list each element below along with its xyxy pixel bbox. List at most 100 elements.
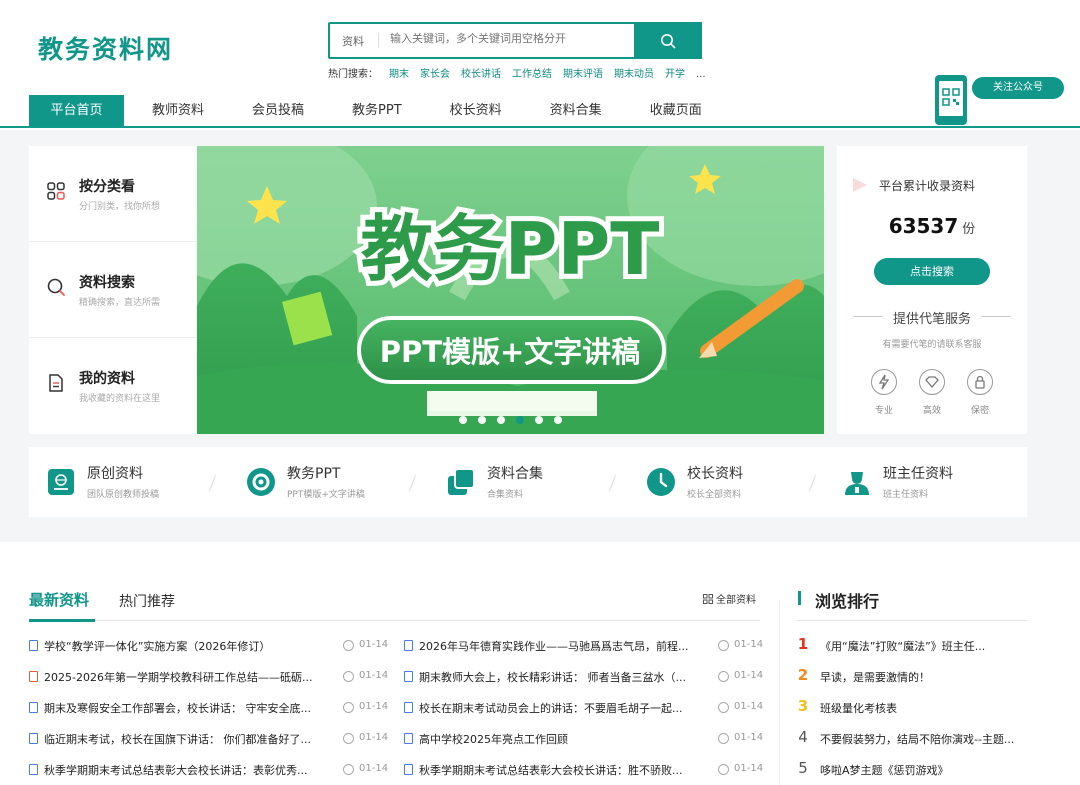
- strip-subtitle: 团队原创教师投稿: [87, 490, 160, 500]
- list-item[interactable]: 期末及寒假安全工作部署会，校长讲话： 守牢安全底... 01-14: [29, 697, 389, 728]
- slide-dot[interactable]: [478, 416, 486, 424]
- rank-number: 4: [798, 728, 808, 746]
- latest-list-left: 学校“教学评一体化”实施方案（2026年修订） 01-14 2025-2026年第…: [29, 635, 389, 785]
- list-item[interactable]: 学校“教学评一体化”实施方案（2026年修订） 01-14: [29, 635, 389, 666]
- nav-principal[interactable]: 校长资料: [430, 95, 522, 126]
- category-search[interactable]: 资料搜索 精确搜索，直达所需: [29, 242, 196, 338]
- hot-search-item[interactable]: 期末动员: [614, 69, 654, 80]
- ranking-item[interactable]: 3 班级量化考核表: [797, 697, 1027, 728]
- clock-icon: [718, 671, 729, 682]
- nav-collection[interactable]: 资料合集: [530, 95, 622, 126]
- search-scope[interactable]: 资料: [342, 33, 364, 49]
- item-title[interactable]: 2026年马年德育实践作业——马驰爲爲志气昂，前程...: [419, 638, 701, 654]
- search-icon: [661, 33, 676, 48]
- list-item[interactable]: 秋季学期期末考试总结表彰大会校长讲话：表彰优秀... 01-14: [29, 759, 389, 785]
- list-item[interactable]: 临近期末考试，校长在国旗下讲话： 你们都准备好了... 01-14: [29, 728, 389, 759]
- hot-search-item[interactable]: 期末评语: [563, 69, 603, 80]
- clock-icon: [343, 733, 354, 744]
- doc-icon: [29, 764, 38, 775]
- all-materials-label: 全部资料: [716, 595, 756, 606]
- item-title[interactable]: 期末教师大会上，校长精彩讲话： 师者当备三盆水（...: [419, 669, 701, 685]
- slide-dot[interactable]: [459, 416, 467, 424]
- stats-title: 平台累计收录资料: [879, 179, 976, 193]
- item-title[interactable]: 期末及寒假安全工作部署会，校长讲话： 守牢安全底...: [44, 700, 326, 716]
- divider: [779, 600, 780, 785]
- follow-badge[interactable]: 关注公众号: [972, 77, 1064, 99]
- hot-search-item[interactable]: 期末: [389, 69, 409, 80]
- all-materials-link[interactable]: 全部资料: [703, 591, 756, 606]
- item-title[interactable]: 学校“教学评一体化”实施方案（2026年修订）: [44, 638, 326, 654]
- strip-subtitle: 合集资料: [487, 490, 524, 500]
- item-date: 01-14: [734, 670, 764, 681]
- hot-search-item[interactable]: 开学: [665, 69, 685, 80]
- strip-title: 教务PPT: [287, 466, 341, 482]
- rank-title[interactable]: 不要假装努力，结局不陪你演戏--主题...: [820, 731, 1027, 747]
- nav-home[interactable]: 平台首页: [29, 95, 124, 126]
- nav-favorites[interactable]: 收藏页面: [630, 95, 722, 126]
- slide-dot[interactable]: [535, 416, 543, 424]
- stats-count: 63537 份: [837, 214, 1027, 238]
- divider: [797, 620, 1027, 621]
- search-box: 资料: [328, 22, 702, 59]
- ranking-item[interactable]: 4 不要假装努力，结局不陪你演戏--主题...: [797, 728, 1027, 759]
- rank-title[interactable]: 《用“魔法”打败“魔法”》班主任...: [820, 638, 1027, 654]
- hot-search-item[interactable]: 家长会: [420, 69, 450, 80]
- ranking-item[interactable]: 5 哆啦A梦主题《惩罚游戏》: [797, 759, 1027, 785]
- banner-title: 教务PPT: [361, 207, 660, 291]
- rank-title[interactable]: 早读，是需要激情的！: [820, 669, 1027, 685]
- slide-dot[interactable]: [497, 416, 505, 424]
- search-icon: [47, 278, 65, 296]
- grid-icon: [703, 594, 713, 604]
- hot-search-item[interactable]: 工作总结: [512, 69, 552, 80]
- clock-icon: [343, 640, 354, 651]
- item-title[interactable]: 校长在期末考试动员会上的讲话：不要眉毛胡子一起...: [419, 700, 701, 716]
- list-item[interactable]: 高中学校2025年亮点工作回顾 01-14: [404, 728, 764, 759]
- strip-subtitle: PPT模版+文字讲稿: [287, 490, 365, 500]
- tab-latest[interactable]: 最新资料: [29, 589, 89, 610]
- category-mine[interactable]: 我的资料 我收藏的资料在这里: [29, 338, 196, 434]
- nav-teacher[interactable]: 教师资料: [132, 95, 224, 126]
- tab-hot[interactable]: 热门推荐: [119, 591, 175, 611]
- ranking-item[interactable]: 1 《用“魔法”打败“魔法”》班主任...: [797, 635, 1027, 666]
- site-logo[interactable]: 教务资料网: [38, 30, 173, 66]
- search-input[interactable]: [390, 32, 630, 45]
- clock-icon: [343, 671, 354, 682]
- nav-submit[interactable]: 会员投稿: [232, 95, 324, 126]
- diamond-icon: [919, 369, 945, 395]
- slide-dot[interactable]: [554, 416, 562, 424]
- stats-unit: 份: [962, 222, 976, 237]
- ranking-item[interactable]: 2 早读，是需要激情的！: [797, 666, 1027, 697]
- strip-title: 资料合集: [487, 466, 543, 482]
- search-button[interactable]: [634, 22, 702, 59]
- list-item[interactable]: 秋季学期期末考试总结表彰大会校长讲话：胜不骄败... 01-14: [404, 759, 764, 785]
- list-item[interactable]: 2026年马年德育实践作业——马驰爲爲志气昂，前程... 01-14: [404, 635, 764, 666]
- rank-number: 2: [797, 666, 809, 684]
- item-title[interactable]: 临近期末考试，校长在国旗下讲话： 你们都准备好了...: [44, 731, 326, 747]
- strip-title: 校长资料: [687, 466, 743, 482]
- hero-banner[interactable]: 教务PPT PPT模版+文字讲稿: [197, 146, 824, 434]
- item-title[interactable]: 秋季学期期末考试总结表彰大会校长讲话：胜不骄败...: [419, 762, 701, 778]
- doc-icon: [29, 640, 38, 651]
- service-title: 提供代笔服务: [892, 312, 971, 327]
- category-browse[interactable]: 按分类看 分门别类，找你所想: [29, 146, 196, 242]
- list-item[interactable]: 期末教师大会上，校长精彩讲话： 师者当备三盆水（... 01-14: [404, 666, 764, 697]
- item-date: 01-14: [359, 732, 389, 743]
- hot-search-item[interactable]: 校长讲话: [461, 69, 501, 80]
- item-title[interactable]: 秋季学期期末考试总结表彰大会校长讲话：表彰优秀...: [44, 762, 326, 778]
- item-date: 01-14: [734, 732, 764, 743]
- teacher-icon: [845, 472, 869, 495]
- item-date: 01-14: [359, 639, 389, 650]
- doc-icon: [404, 733, 413, 744]
- rank-title[interactable]: 班级量化考核表: [820, 700, 1027, 716]
- nav-ppt[interactable]: 教务PPT: [332, 95, 422, 126]
- list-item[interactable]: 2025-2026年第一学期学校教科研工作总结——砥砺... 01-14: [29, 666, 389, 697]
- lock-icon: [967, 369, 993, 395]
- slide-dot-active[interactable]: [516, 416, 524, 424]
- list-item[interactable]: 校长在期末考试动员会上的讲话：不要眉毛胡子一起... 01-14: [404, 697, 764, 728]
- item-title[interactable]: 高中学校2025年亮点工作回顾: [419, 731, 701, 747]
- item-title[interactable]: 2025-2026年第一学期学校教科研工作总结——砥砺...: [44, 669, 326, 685]
- search-now-button[interactable]: 点击搜索: [874, 258, 990, 285]
- rank-title[interactable]: 哆啦A梦主题《惩罚游戏》: [820, 762, 1027, 778]
- hot-search-more[interactable]: ...: [696, 69, 706, 80]
- latest-list-right: 2026年马年德育实践作业——马驰爲爲志气昂，前程... 01-14 期末教师大会…: [404, 635, 764, 785]
